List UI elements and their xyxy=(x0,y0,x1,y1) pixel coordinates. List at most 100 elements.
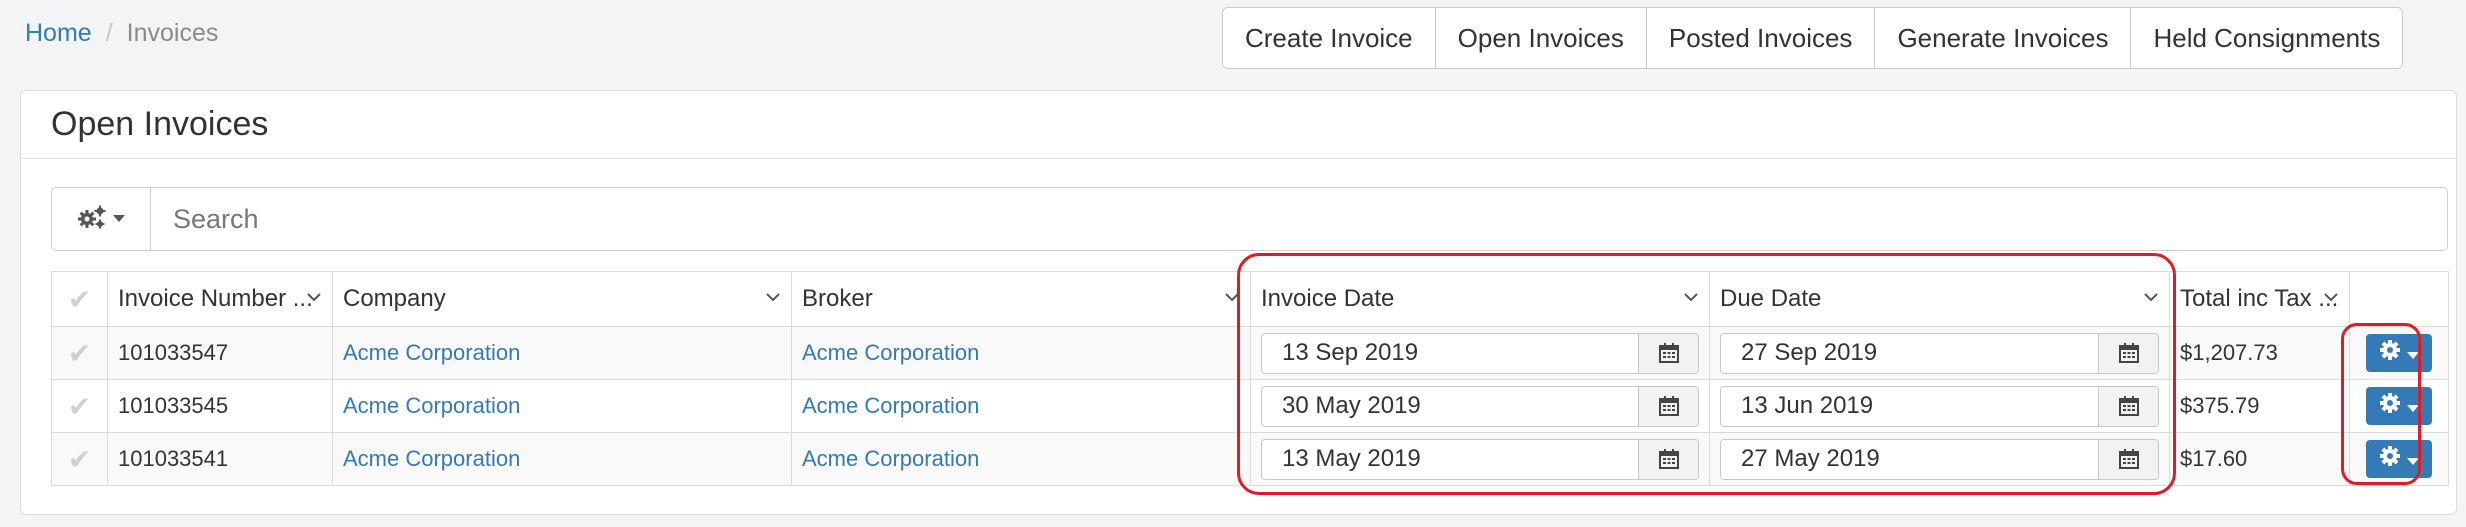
company-cell: Acme Corporation xyxy=(332,432,792,486)
calendar-icon[interactable] xyxy=(2098,333,2158,373)
invoice-date-picker xyxy=(1261,385,1699,427)
due-date-input[interactable] xyxy=(1721,333,2098,373)
column-header-total-inc-tax[interactable]: Total inc Tax ... xyxy=(2169,271,2350,327)
due-date-picker xyxy=(1720,332,2159,374)
search-input[interactable] xyxy=(151,188,2447,250)
panel-title: Open Invoices xyxy=(21,91,2456,159)
breadcrumb-separator: / xyxy=(105,19,113,47)
breadcrumb-current: Invoices xyxy=(126,19,219,47)
calendar-icon[interactable] xyxy=(2098,386,2158,426)
invoice-date-cell xyxy=(1250,432,1710,486)
column-header-actions xyxy=(2349,271,2449,327)
due-date-cell xyxy=(1709,326,2170,380)
invoice-actions-button-group: Create Invoice Open Invoices Posted Invo… xyxy=(1222,7,2404,69)
column-header-label: Total inc Tax ... xyxy=(2180,285,2339,312)
total-cell: $375.79 xyxy=(2169,379,2350,433)
row-select-checkbox[interactable]: ✔ xyxy=(51,379,108,433)
column-header-label: Invoice Number ... xyxy=(118,285,313,312)
due-date-picker xyxy=(1720,438,2159,480)
table-header-row: ✔ Invoice Number ... Company Broker Invo… xyxy=(51,271,2449,327)
broker-link[interactable]: Acme Corporation xyxy=(802,340,979,365)
due-date-picker xyxy=(1720,385,2159,427)
column-header-label: Due Date xyxy=(1720,285,1822,312)
gears-icon xyxy=(77,204,107,235)
search-settings-dropdown[interactable] xyxy=(52,188,151,250)
row-actions-cell xyxy=(2349,326,2449,380)
row-actions-button[interactable] xyxy=(2366,440,2432,478)
company-link[interactable]: Acme Corporation xyxy=(343,446,520,471)
broker-cell: Acme Corporation xyxy=(791,379,1251,433)
gear-icon xyxy=(2379,445,2401,473)
open-invoices-panel: Open Invoices Search ✔ Invoice Number ..… xyxy=(20,90,2457,515)
company-cell: Acme Corporation xyxy=(332,379,792,433)
row-actions-button[interactable] xyxy=(2366,387,2432,425)
column-header-due-date[interactable]: Due Date xyxy=(1709,271,2170,327)
calendar-icon[interactable] xyxy=(1638,386,1698,426)
broker-cell: Acme Corporation xyxy=(791,432,1251,486)
invoice-date-picker xyxy=(1261,438,1699,480)
top-bar: Home / Invoices Create Invoice Open Invoic… xyxy=(0,0,2466,80)
row-select-checkbox[interactable]: ✔ xyxy=(51,432,108,486)
breadcrumb-home-link[interactable]: Home xyxy=(25,19,92,47)
row-actions-cell xyxy=(2349,432,2449,486)
broker-link[interactable]: Acme Corporation xyxy=(802,446,979,471)
invoice-date-input[interactable] xyxy=(1262,333,1638,373)
search-bar xyxy=(51,187,2448,251)
column-header-label: Company xyxy=(343,285,446,312)
column-header-invoice-number[interactable]: Invoice Number ... xyxy=(107,271,333,327)
broker-cell: Acme Corporation xyxy=(791,326,1251,380)
invoice-date-input[interactable] xyxy=(1262,439,1638,479)
select-all-header[interactable]: ✔ xyxy=(51,271,108,327)
create-invoice-button[interactable]: Create Invoice xyxy=(1223,8,1436,68)
invoice-date-cell xyxy=(1250,326,1710,380)
calendar-icon[interactable] xyxy=(1638,439,1698,479)
checkmark-icon: ✔ xyxy=(67,283,92,315)
column-header-broker[interactable]: Broker xyxy=(791,271,1251,327)
held-consignments-button[interactable]: Held Consignments xyxy=(2131,8,2403,68)
table-row[interactable]: ✔ 101033541 Acme Corporation Acme Corpor… xyxy=(51,432,2449,486)
chevron-down-icon xyxy=(2324,293,2338,302)
invoice-date-cell xyxy=(1250,379,1710,433)
chevron-down-icon xyxy=(1684,293,1698,302)
generate-invoices-button[interactable]: Generate Invoices xyxy=(1875,8,2132,68)
invoice-date-input[interactable] xyxy=(1262,386,1638,426)
company-link[interactable]: Acme Corporation xyxy=(343,393,520,418)
column-header-label: Broker xyxy=(802,285,873,312)
invoice-number-cell: 101033545 xyxy=(107,379,333,433)
invoices-table: ✔ Invoice Number ... Company Broker Invo… xyxy=(51,271,2449,486)
chevron-down-icon xyxy=(307,293,321,302)
checkmark-icon: ✔ xyxy=(67,390,92,422)
table-row[interactable]: ✔ 101033545 Acme Corporation Acme Corpor… xyxy=(51,379,2449,433)
gear-icon xyxy=(2379,392,2401,420)
caret-down-icon xyxy=(2407,446,2419,472)
checkmark-icon: ✔ xyxy=(67,443,92,475)
total-cell: $1,207.73 xyxy=(2169,326,2350,380)
row-actions-cell xyxy=(2349,379,2449,433)
caret-down-icon xyxy=(2407,393,2419,419)
company-link[interactable]: Acme Corporation xyxy=(343,340,520,365)
company-cell: Acme Corporation xyxy=(332,326,792,380)
due-date-cell xyxy=(1709,379,2170,433)
column-header-invoice-date[interactable]: Invoice Date xyxy=(1250,271,1710,327)
column-header-label: Invoice Date xyxy=(1261,285,1395,312)
calendar-icon[interactable] xyxy=(1638,333,1698,373)
invoice-date-picker xyxy=(1261,332,1699,374)
caret-down-icon xyxy=(113,210,125,228)
invoice-number-cell: 101033541 xyxy=(107,432,333,486)
open-invoices-button[interactable]: Open Invoices xyxy=(1435,8,1647,68)
checkmark-icon: ✔ xyxy=(67,337,92,369)
column-header-company[interactable]: Company xyxy=(332,271,792,327)
table-row[interactable]: ✔ 101033547 Acme Corporation Acme Corpor… xyxy=(51,326,2449,380)
invoice-number-cell: 101033547 xyxy=(107,326,333,380)
due-date-cell xyxy=(1709,432,2170,486)
gear-icon xyxy=(2379,339,2401,367)
due-date-input[interactable] xyxy=(1721,439,2098,479)
calendar-icon[interactable] xyxy=(2098,439,2158,479)
row-actions-button[interactable] xyxy=(2366,334,2432,372)
chevron-down-icon xyxy=(1225,293,1239,302)
broker-link[interactable]: Acme Corporation xyxy=(802,393,979,418)
due-date-input[interactable] xyxy=(1721,386,2098,426)
posted-invoices-button[interactable]: Posted Invoices xyxy=(1646,8,1876,68)
chevron-down-icon xyxy=(2144,293,2158,302)
row-select-checkbox[interactable]: ✔ xyxy=(51,326,108,380)
